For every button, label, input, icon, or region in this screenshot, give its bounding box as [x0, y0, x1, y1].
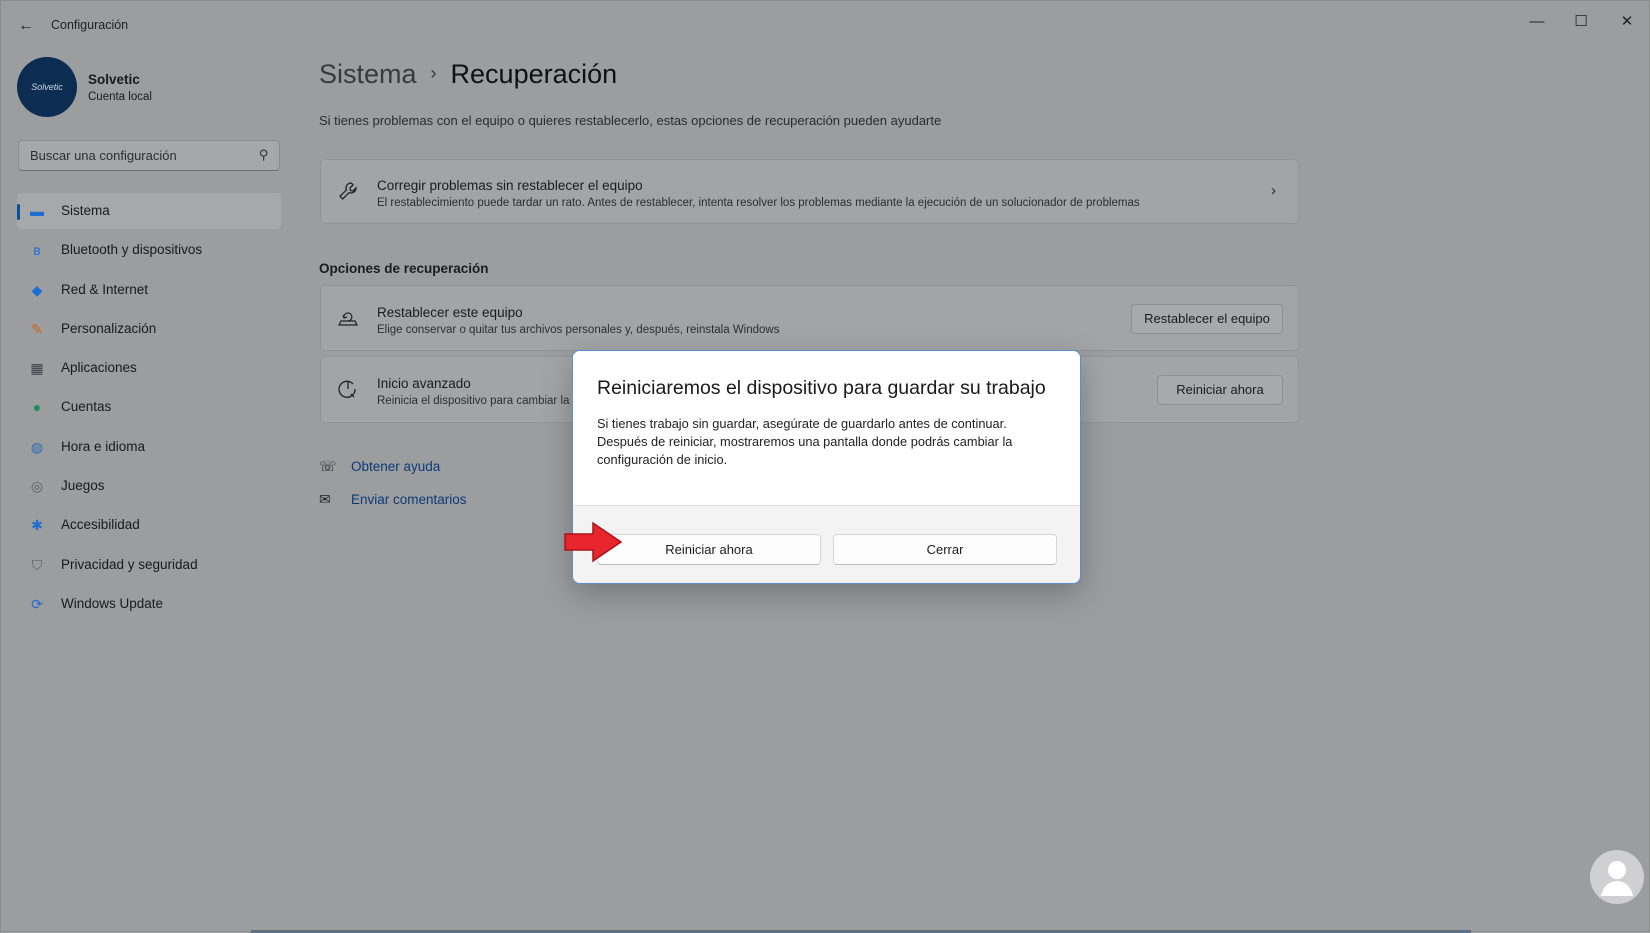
get-help-link[interactable]: ☏ Obtener ayuda	[319, 458, 440, 475]
reset-pc-title: Restablecer este equipo	[377, 305, 523, 320]
advanced-startup-icon	[337, 379, 359, 407]
apps-icon: ▦	[30, 360, 44, 377]
reset-pc-icon	[337, 308, 359, 334]
search-icon[interactable]: ⚲	[259, 147, 269, 163]
minimize-button[interactable]: —	[1515, 9, 1559, 35]
dialog-message: Si tienes trabajo sin guardar, asegúrate…	[597, 416, 1013, 467]
reset-pc-description: Elige conservar o quitar tus archivos pe…	[377, 324, 780, 336]
send-feedback-label: Enviar comentarios	[351, 492, 467, 507]
sidebar-item-accesibilidad[interactable]: ✱ Accesibilidad	[17, 507, 281, 543]
sidebar-item-label: Accesibilidad	[61, 517, 140, 533]
sidebar-item-hora-e-idioma[interactable]: ◍ Hora e idioma	[17, 429, 281, 465]
title-bar: ← Configuración — ☐ ✕	[1, 1, 1649, 49]
profile-account-type: Cuenta local	[88, 91, 152, 103]
sidebar-item-label: Red & Internet	[61, 281, 149, 297]
globe-clock-icon: ◍	[30, 438, 44, 455]
person-icon: ●	[32, 399, 42, 416]
sidebar-item-red-internet[interactable]: ◆ Red & Internet	[17, 272, 281, 308]
page-description: Si tienes problemas con el equipo o quie…	[319, 113, 942, 128]
accessibility-icon: ✱	[31, 517, 43, 534]
avatar: Solvetic	[17, 57, 77, 117]
advanced-startup-title: Inicio avanzado	[377, 376, 471, 391]
reset-pc-card: Restablecer este equipo Elige conservar …	[320, 285, 1299, 351]
troubleshoot-title: Corregir problemas sin restablecer el eq…	[377, 178, 643, 193]
sidebar-item-cuentas[interactable]: ● Cuentas	[17, 389, 281, 425]
sidebar-item-label: Juegos	[61, 478, 105, 494]
sidebar-nav: ▬ Sistema ʙ Bluetooth y dispositivos ◆ Red & …	[17, 193, 281, 625]
app-title: Configuración	[51, 18, 129, 32]
monitor-icon: ▬	[30, 203, 44, 219]
restart-now-button[interactable]: Reiniciar ahora	[597, 534, 821, 565]
shield-icon: ⛉	[31, 556, 43, 573]
get-help-label: Obtener ayuda	[351, 459, 441, 474]
help-chat-icon: ☏	[319, 458, 337, 474]
sidebar-item-label: Hora e idioma	[61, 438, 146, 454]
settings-window: ← Configuración — ☐ ✕ Solvetic Solvetic …	[0, 0, 1650, 933]
update-icon: ⟳	[31, 595, 43, 612]
sidebar-item-label: Cuentas	[61, 399, 112, 415]
profile-name: Solvetic	[88, 72, 140, 87]
sidebar-item-label: Windows Update	[61, 595, 164, 611]
solvetic-watermark-icon	[1590, 850, 1644, 904]
sidebar-item-juegos[interactable]: ◎ Juegos	[17, 468, 281, 504]
brush-icon: ✎	[31, 320, 43, 337]
sidebar-item-personalización[interactable]: ✎ Personalización	[17, 311, 281, 347]
active-indicator	[17, 204, 20, 220]
troubleshoot-card[interactable]: Corregir problemas sin restablecer el eq…	[320, 159, 1299, 224]
section-title: Opciones de recuperación	[319, 261, 489, 276]
chevron-right-icon: ›	[1271, 182, 1276, 199]
sidebar-item-privacidad-y-seguridad[interactable]: ⛉ Privacidad y seguridad	[17, 547, 281, 583]
sidebar-item-label: Aplicaciones	[61, 360, 137, 376]
reset-pc-button[interactable]: Restablecer el equipo	[1131, 304, 1283, 334]
advanced-startup-description: Reinicia el dispositivo para cambiar la	[377, 395, 570, 407]
breadcrumb-parent[interactable]: Sistema	[319, 59, 417, 89]
breadcrumb-separator-icon: ›	[430, 63, 437, 83]
restart-dialog: Reiniciaremos el dispositivo para guarda…	[572, 350, 1081, 584]
close-button[interactable]: ✕	[1605, 9, 1649, 35]
bluetooth-icon: ʙ	[33, 242, 41, 259]
search-input[interactable]	[28, 147, 252, 164]
page-title: Recuperación	[450, 59, 618, 89]
wifi-icon: ◆	[31, 281, 43, 298]
dialog-footer: Reiniciar ahora Cerrar	[573, 505, 1080, 583]
troubleshoot-description: El restablecimiento puede tardar un rato…	[377, 197, 1140, 209]
send-feedback-link[interactable]: ✉ Enviar comentarios	[319, 491, 467, 508]
sidebar-item-aplicaciones[interactable]: ▦ Aplicaciones	[17, 350, 281, 386]
sidebar-item-label: Sistema	[61, 203, 110, 218]
restart-now-card-button[interactable]: Reiniciar ahora	[1157, 375, 1283, 405]
sidebar-item-label: Personalización	[61, 320, 157, 336]
sidebar-item-label: Privacidad y seguridad	[61, 556, 198, 572]
dialog-title: Reiniciaremos el dispositivo para guarda…	[597, 377, 1046, 399]
search-box[interactable]: ⚲	[18, 140, 280, 171]
breadcrumb: Sistema › Recuperación	[319, 59, 617, 90]
back-arrow-icon[interactable]: ←	[15, 15, 37, 37]
close-dialog-button[interactable]: Cerrar	[833, 534, 1057, 565]
dialog-body: Reiniciaremos el dispositivo para guarda…	[573, 351, 1080, 505]
sidebar-item-windows-update[interactable]: ⟳ Windows Update	[17, 586, 281, 622]
sidebar-item-sistema[interactable]: ▬ Sistema	[17, 193, 281, 229]
wrench-icon	[337, 180, 359, 208]
annotation-arrow-icon	[564, 521, 623, 563]
maximize-button[interactable]: ☐	[1559, 9, 1603, 35]
gamepad-icon: ◎	[30, 478, 44, 495]
sidebar-item-label: Bluetooth y dispositivos	[61, 242, 203, 258]
sidebar-item-bluetooth-y-dispositivos[interactable]: ʙ Bluetooth y dispositivos	[17, 232, 281, 268]
feedback-icon: ✉	[319, 491, 331, 507]
